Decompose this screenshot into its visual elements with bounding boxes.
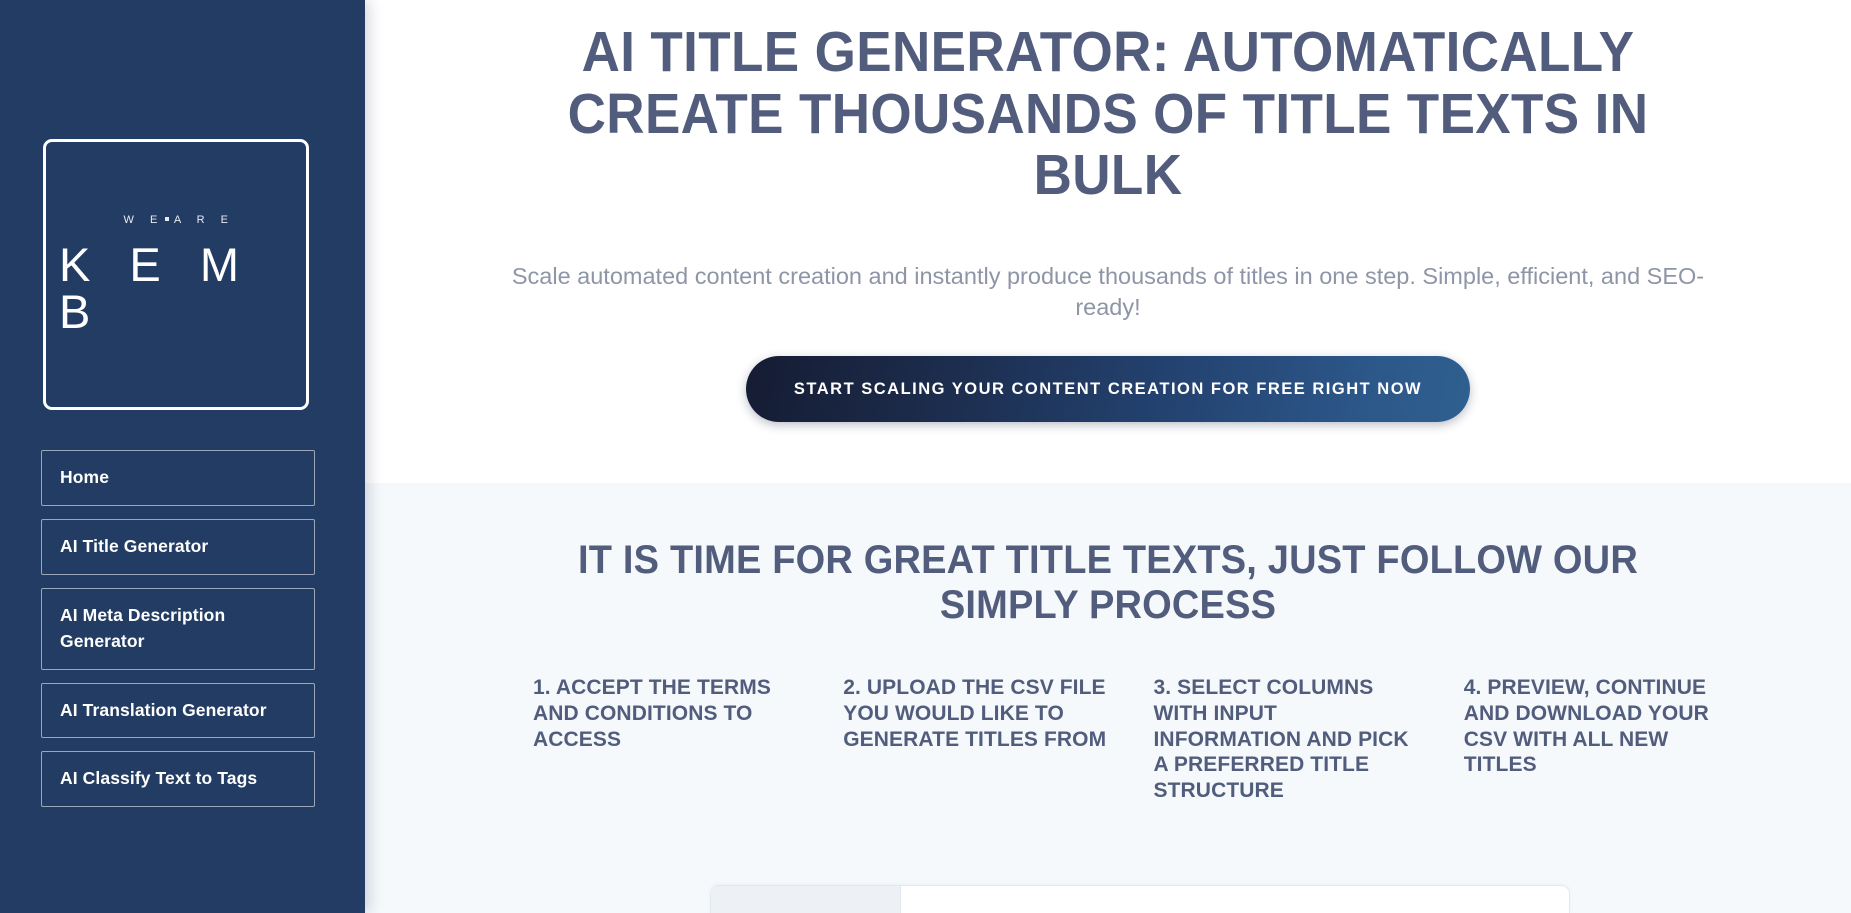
cta-container: Start scaling your content creation for …	[425, 355, 1791, 422]
page-root: W E A R E K E M B Home AI Title Generato…	[0, 0, 1851, 913]
sidebar-item-label: AI Meta Description Generator	[60, 604, 226, 651]
sidebar-item-label: Home	[60, 467, 110, 487]
sidebar-item-ai-title-generator[interactable]: AI Title Generator	[41, 518, 315, 575]
process-step-2: 2. Upload the CSV file you would like to…	[843, 676, 1107, 751]
logo-tagline-we: W E	[123, 214, 164, 226]
process-section: It is time for great title texts, just f…	[365, 483, 1851, 913]
sidebar-item-home[interactable]: Home	[41, 450, 315, 506]
preview-panel-main-column	[901, 886, 1569, 913]
sidebar-item-label: AI Translation Generator	[60, 699, 267, 720]
square-separator-icon	[164, 217, 169, 221]
hero-section: AI Title Generator: Automatically create…	[365, 0, 1851, 483]
brand-logo[interactable]: W E A R E K E M B	[43, 139, 309, 410]
start-scaling-cta-button[interactable]: Start scaling your content creation for …	[745, 355, 1471, 422]
preview-panel-sidebar-column	[711, 886, 901, 913]
process-step-3: 3. Select columns with input information…	[1153, 676, 1409, 802]
sidebar-item-label: AI Title Generator	[60, 535, 209, 556]
process-section-title: It is time for great title texts, just f…	[578, 538, 1638, 628]
page-title: AI Title Generator: Automatically create…	[567, 20, 1649, 208]
sidebar-item-ai-meta-description-generator[interactable]: AI Meta Description Generator	[41, 587, 315, 670]
main-content: AI Title Generator: Automatically create…	[365, 0, 1851, 913]
preview-panel-peek[interactable]	[710, 885, 1570, 913]
hero-subtitle: Scale automated content creation and ins…	[511, 262, 1705, 321]
sidebar-nav: Home AI Title Generator AI Meta Descript…	[41, 450, 315, 820]
sidebar-item-ai-classify-text-to-tags[interactable]: AI Classify Text to Tags	[41, 751, 315, 808]
process-step-4: 4. Preview, continue and download your C…	[1463, 676, 1709, 777]
sidebar-item-label: AI Classify Text to Tags	[60, 768, 258, 789]
sidebar: W E A R E K E M B Home AI Title Generato…	[0, 0, 365, 913]
process-step-1: 1. Accept the terms and conditions to ac…	[533, 676, 771, 751]
sidebar-item-ai-translation-generator[interactable]: AI Translation Generator	[41, 682, 315, 739]
logo-brandname: K E M B	[59, 238, 252, 338]
logo-tagline: W E A R E	[118, 214, 235, 226]
logo-tagline-are: A R E	[173, 214, 235, 226]
process-steps-list: 1. Accept the terms and conditions to ac…	[478, 675, 1738, 803]
